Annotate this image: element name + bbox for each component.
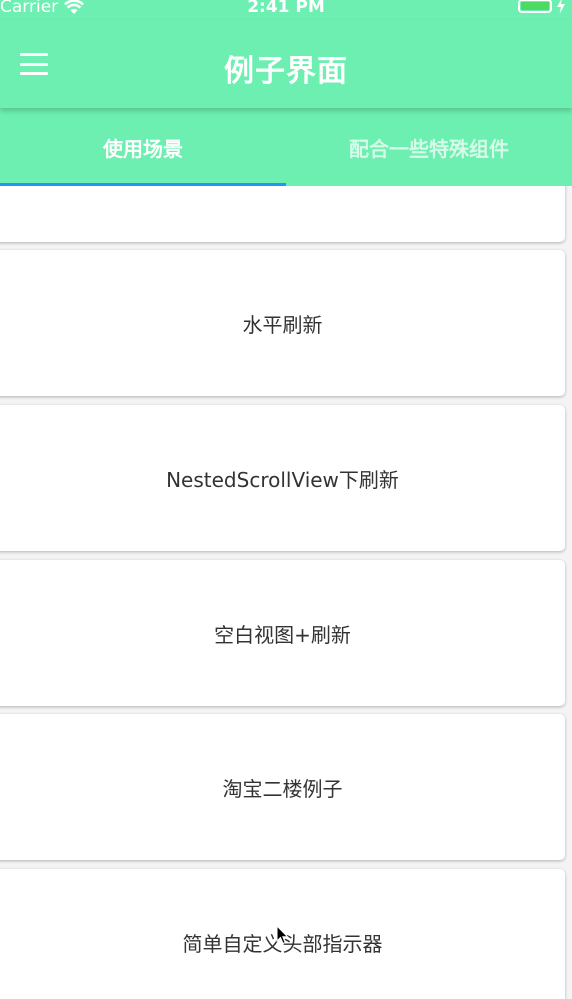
list-item[interactable] bbox=[0, 186, 565, 242]
example-list[interactable]: 水平刷新 NestedScrollView下刷新 空白视图+刷新 淘宝二楼例子 … bbox=[0, 186, 572, 999]
list-item[interactable]: NestedScrollView下刷新 bbox=[0, 405, 565, 551]
tab-label: 使用场景 bbox=[103, 136, 183, 161]
battery-level bbox=[521, 2, 549, 10]
tab-label: 配合一些特殊组件 bbox=[349, 136, 509, 161]
battery-icon bbox=[518, 0, 552, 13]
list-item-label: 空白视图+刷新 bbox=[214, 622, 351, 647]
app-screen: Carrier 2:41 PM 例子界面 使用场景 配合一些特殊组件 水平刷新 … bbox=[0, 0, 572, 999]
tab-bar: 使用场景 配合一些特殊组件 bbox=[0, 108, 572, 186]
status-time: 2:41 PM bbox=[247, 0, 325, 17]
tab-special-components[interactable]: 配合一些特殊组件 bbox=[286, 108, 572, 186]
app-bar: 例子界面 bbox=[0, 20, 572, 108]
list-item-label: 淘宝二楼例子 bbox=[222, 776, 343, 801]
status-right bbox=[518, 0, 566, 14]
page-title: 例子界面 bbox=[224, 54, 348, 89]
list-item[interactable]: 淘宝二楼例子 bbox=[0, 714, 565, 860]
tab-use-cases[interactable]: 使用场景 bbox=[0, 108, 286, 186]
list-item-label: 水平刷新 bbox=[242, 312, 323, 337]
list-item-label: NestedScrollView下刷新 bbox=[166, 467, 399, 492]
list-item[interactable]: 空白视图+刷新 bbox=[0, 560, 565, 706]
charging-bolt-icon bbox=[557, 0, 565, 14]
list-item[interactable]: 水平刷新 bbox=[0, 250, 565, 396]
mouse-cursor-icon bbox=[276, 925, 289, 945]
tab-indicator bbox=[0, 183, 286, 186]
status-bar: Carrier 2:41 PM bbox=[0, 0, 572, 20]
